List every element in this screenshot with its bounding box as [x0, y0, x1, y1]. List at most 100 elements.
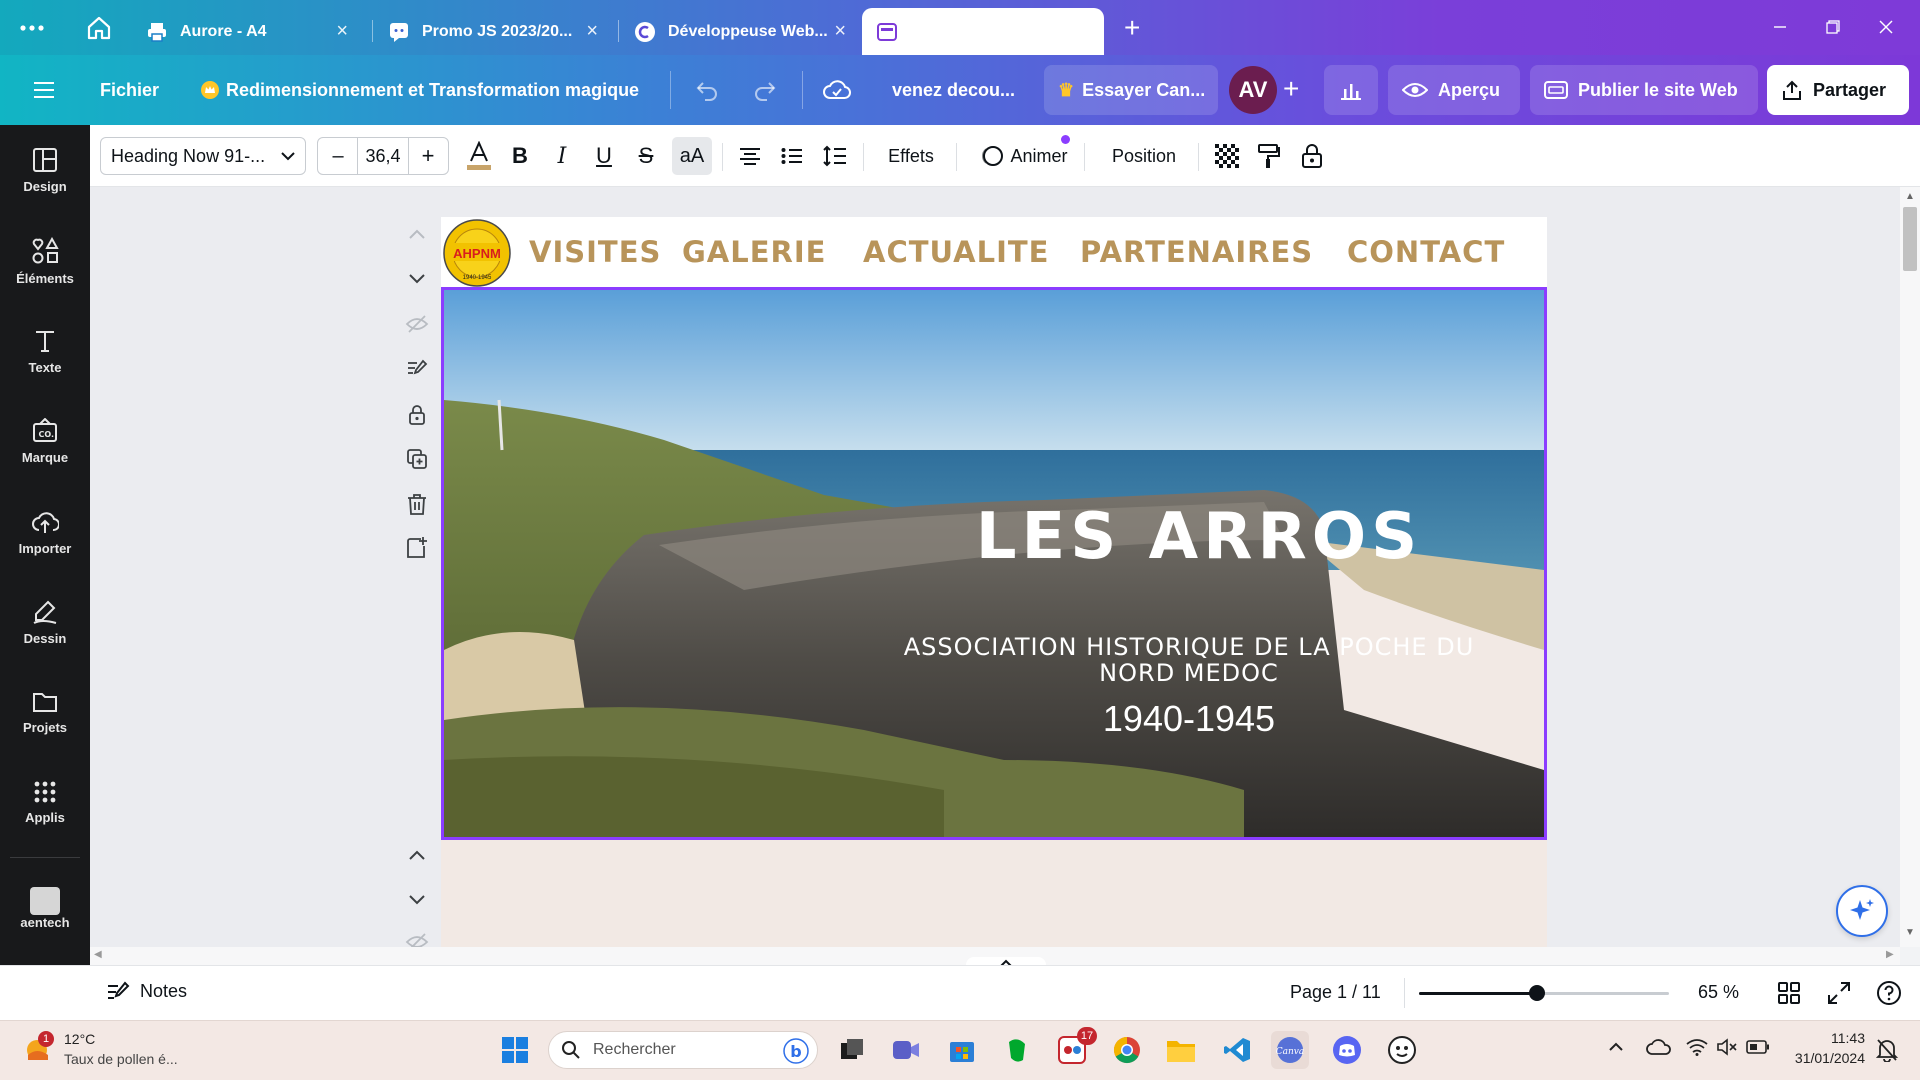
file-explorer-icon[interactable]: [1162, 1031, 1200, 1069]
bullet-list-icon[interactable]: [774, 137, 810, 175]
move-page-up-icon[interactable]: [405, 844, 429, 868]
close-tab-icon[interactable]: ×: [1080, 20, 1092, 43]
text-color-button[interactable]: [461, 137, 497, 175]
close-tab-icon[interactable]: ×: [834, 20, 846, 43]
weather-widget[interactable]: 1: [22, 1031, 54, 1063]
decrease-font-size-button[interactable]: –: [319, 145, 357, 168]
animate-button[interactable]: Animer: [974, 135, 1074, 175]
magic-resize-button[interactable]: Redimensionnement et Transformation magi…: [200, 65, 639, 115]
add-collaborator-icon[interactable]: +: [1283, 73, 1299, 105]
sidebar-item-elements[interactable]: Éléments: [0, 237, 90, 286]
preview-button[interactable]: Aperçu: [1388, 65, 1520, 115]
sidebar-item-aentech[interactable]: aentech: [0, 887, 90, 930]
hero-section[interactable]: LES ARROS ASSOCIATION HISTORIQUE DE LA P…: [441, 287, 1547, 840]
vscode-icon[interactable]: [1218, 1031, 1256, 1069]
nav-link-visites[interactable]: VISITES: [529, 235, 661, 269]
position-button[interactable]: Position: [1099, 137, 1189, 175]
zoom-slider[interactable]: [1419, 985, 1669, 1001]
underline-button[interactable]: U: [586, 137, 622, 175]
try-pro-button[interactable]: ♛ Essayer Can...: [1044, 65, 1218, 115]
document-title[interactable]: venez decou...: [892, 65, 1015, 115]
sidebar-item-projects[interactable]: Projets: [0, 690, 90, 735]
taskbar-search-field[interactable]: Rechercher b: [548, 1031, 818, 1069]
onedrive-icon[interactable]: [1646, 1037, 1672, 1057]
move-page-down-icon[interactable]: [405, 266, 429, 290]
paint-roller-icon[interactable]: [1252, 137, 1286, 175]
chrome-icon[interactable]: [1108, 1031, 1146, 1069]
sidebar-item-upload[interactable]: Importer: [0, 509, 90, 556]
wifi-icon[interactable]: [1686, 1038, 1708, 1056]
nav-link-galerie[interactable]: GALERIE: [682, 235, 826, 269]
zoom-level[interactable]: 65 %: [1698, 982, 1739, 1003]
sidebar-item-draw[interactable]: Dessin: [0, 599, 90, 646]
tab-promo-js[interactable]: Promo JS 2023/20... ×: [374, 8, 610, 55]
hamburger-menu-icon[interactable]: [33, 80, 55, 100]
publish-website-button[interactable]: Publier le site Web: [1530, 65, 1758, 115]
discord-icon[interactable]: [1328, 1031, 1366, 1069]
ahpnm-logo[interactable]: AHPNM 1940-1945: [443, 219, 511, 287]
battery-icon[interactable]: [1746, 1040, 1770, 1054]
close-tab-icon[interactable]: ×: [336, 20, 348, 43]
share-button[interactable]: Partager: [1767, 65, 1909, 115]
sidebar-item-brand[interactable]: CO. Marque: [0, 418, 90, 465]
magic-assistant-button[interactable]: [1836, 885, 1888, 937]
nav-link-contact[interactable]: CONTACT: [1347, 235, 1505, 269]
strikethrough-button[interactable]: S: [628, 137, 664, 175]
close-window-icon[interactable]: [1866, 12, 1906, 42]
hide-page-icon[interactable]: [405, 312, 429, 336]
line-spacing-icon[interactable]: [817, 137, 853, 175]
sidebar-item-apps[interactable]: Applis: [0, 780, 90, 825]
hide-page-icon[interactable]: [405, 930, 429, 947]
app-with-badge-icon[interactable]: 17: [1053, 1027, 1097, 1069]
fullscreen-icon[interactable]: [1828, 982, 1850, 1004]
canva-taskbar-icon[interactable]: Canva: [1271, 1031, 1309, 1069]
move-page-up-icon[interactable]: [405, 223, 429, 247]
new-tab-button[interactable]: +: [1124, 12, 1140, 44]
minimize-icon[interactable]: [1760, 12, 1800, 42]
undo-icon[interactable]: [694, 77, 720, 103]
increase-font-size-button[interactable]: +: [409, 143, 447, 169]
move-page-down-icon[interactable]: [405, 887, 429, 911]
bold-button[interactable]: B: [502, 137, 538, 175]
help-icon[interactable]: [1876, 980, 1902, 1006]
align-center-icon[interactable]: [732, 137, 768, 175]
transparency-icon[interactable]: [1210, 137, 1244, 175]
microsoft-store-icon[interactable]: [943, 1031, 981, 1069]
grid-view-icon[interactable]: [1778, 982, 1800, 1004]
browser-menu-icon[interactable]: [18, 18, 46, 38]
chevron-up-icon[interactable]: [1608, 1041, 1624, 1053]
cloud-saved-icon[interactable]: [822, 77, 852, 103]
teams-meet-icon[interactable]: [887, 1031, 925, 1069]
sidebar-item-design[interactable]: Design: [0, 147, 90, 194]
italic-button[interactable]: I: [544, 137, 580, 175]
hero-years[interactable]: 1940-1945: [1084, 698, 1294, 740]
sidebar-item-text[interactable]: Texte: [0, 328, 90, 375]
speaker-muted-icon[interactable]: [1716, 1038, 1738, 1056]
redo-icon[interactable]: [752, 77, 778, 103]
file-menu-button[interactable]: Fichier: [100, 65, 159, 115]
hero-subtitle[interactable]: ASSOCIATION HISTORIQUE DE LA POCHE DU NO…: [839, 634, 1539, 686]
analytics-icon[interactable]: [1324, 65, 1378, 115]
home-icon[interactable]: [86, 15, 112, 41]
zoom-slider-thumb[interactable]: [1528, 985, 1545, 1001]
notes-button[interactable]: Notes: [106, 980, 187, 1002]
avatar[interactable]: AV: [1229, 66, 1277, 114]
app-face-icon[interactable]: [1383, 1031, 1421, 1069]
notifications-bell-icon[interactable]: [1876, 1038, 1898, 1062]
restore-icon[interactable]: [1813, 12, 1853, 42]
nav-link-actualite[interactable]: ACTUALITE: [863, 235, 1049, 269]
close-tab-icon[interactable]: ×: [586, 20, 598, 43]
scrollbar-thumb[interactable]: [1903, 207, 1917, 271]
windows-start-icon[interactable]: [496, 1031, 534, 1069]
font-size-input[interactable]: 36,4: [357, 138, 409, 174]
tab-developpeuse-web[interactable]: Développeuse Web... ×: [620, 8, 858, 55]
clock-date[interactable]: 31/01/2024: [1785, 1050, 1865, 1066]
hero-title[interactable]: LES ARROS: [444, 500, 1544, 574]
tab-aurore[interactable]: Aurore - A4 ×: [132, 8, 360, 55]
task-view-icon[interactable]: [833, 1031, 871, 1069]
duplicate-page-icon[interactable]: [405, 447, 429, 471]
page-notes-icon[interactable]: [405, 357, 429, 381]
tab-venez-decouvrir[interactable]: venez decouvrir le... ×: [862, 8, 1104, 55]
page-indicator[interactable]: Page 1 / 11: [1290, 982, 1381, 1003]
evernote-icon[interactable]: [998, 1031, 1036, 1069]
